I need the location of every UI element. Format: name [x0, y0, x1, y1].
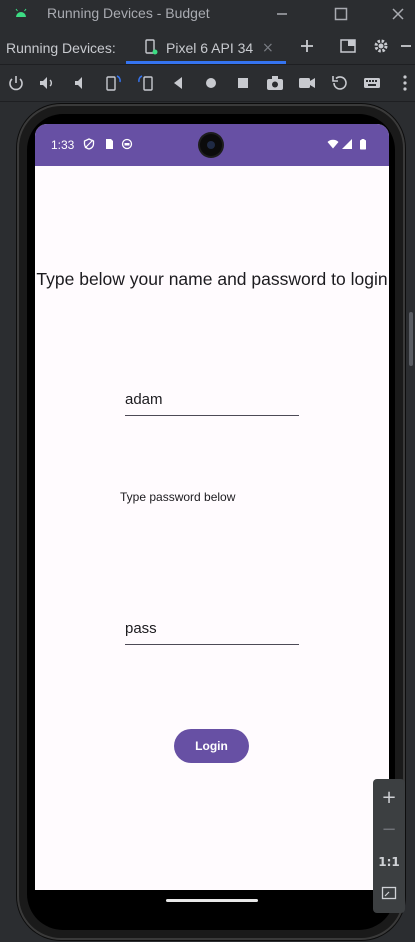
battery-icon [360, 139, 366, 150]
more-icon[interactable] [395, 73, 415, 93]
wifi-icon [327, 139, 339, 149]
overview-icon[interactable] [233, 73, 253, 93]
tab-close-icon[interactable]: × [262, 40, 274, 56]
zoom-controls: + − 1:1 [373, 779, 405, 913]
camera-icon[interactable] [265, 73, 285, 93]
login-instructions: Type below your name and password to log… [36, 269, 388, 289]
status-time: 1:33 [51, 138, 75, 152]
tab-label: Pixel 6 API 34 [166, 40, 254, 56]
android-icon [15, 8, 27, 17]
minimize-panel-icon[interactable] [398, 36, 415, 56]
tab-pixel-6-api-34[interactable]: Pixel 6 API 34 × [126, 28, 286, 64]
volume-up-icon[interactable] [37, 73, 57, 93]
device-screen[interactable]: 1:33 Type below your name and password t… [35, 124, 389, 912]
device-toolbar [0, 65, 415, 102]
rotate-left-icon[interactable] [103, 73, 123, 93]
tab-active-indicator [126, 61, 286, 64]
name-field[interactable] [125, 385, 299, 416]
zoom-in-button[interactable]: + [373, 783, 405, 813]
gesture-nav-handle[interactable] [166, 899, 258, 902]
cell-signal-icon [342, 139, 352, 149]
camera-cutout [200, 134, 222, 156]
layout-icon[interactable] [338, 36, 358, 56]
keyboard-icon[interactable] [362, 73, 382, 93]
home-icon[interactable] [201, 73, 221, 93]
back-icon[interactable] [168, 73, 188, 93]
android-status-bar: 1:33 [35, 124, 389, 166]
window-title-bar: Running Devices - Budget [0, 0, 415, 28]
volume-down-icon[interactable] [71, 73, 91, 93]
scrollbar[interactable] [409, 312, 413, 366]
add-device-icon[interactable] [297, 36, 317, 56]
password-input[interactable] [125, 616, 299, 640]
password-field[interactable] [125, 614, 299, 645]
minimize-icon[interactable] [272, 4, 292, 24]
zoom-out-button[interactable]: − [373, 815, 405, 845]
rotate-right-icon[interactable] [136, 73, 156, 93]
zoom-fit-icon[interactable] [381, 885, 397, 901]
shield-icon [83, 138, 95, 150]
device-icon [145, 39, 158, 55]
reset-icon[interactable] [330, 73, 350, 93]
sd-card-icon [106, 139, 113, 149]
maximize-icon[interactable] [331, 4, 351, 24]
android-nav-bar [35, 890, 389, 912]
window-title: Running Devices - Budget [47, 5, 210, 21]
power-icon[interactable] [6, 73, 26, 93]
gear-icon[interactable] [371, 36, 391, 56]
name-input[interactable] [125, 387, 299, 411]
record-video-icon[interactable] [297, 73, 317, 93]
login-button[interactable]: Login [174, 729, 249, 763]
close-window-icon[interactable] [388, 4, 408, 24]
running-devices-label: Running Devices: [6, 40, 116, 56]
zoom-actual-size-button[interactable]: 1:1 [373, 847, 405, 877]
running-devices-tabbar: Running Devices: Pixel 6 API 34 × [0, 28, 415, 65]
password-hint: Type password below [120, 490, 236, 504]
privacy-indicator-icon [121, 138, 133, 150]
